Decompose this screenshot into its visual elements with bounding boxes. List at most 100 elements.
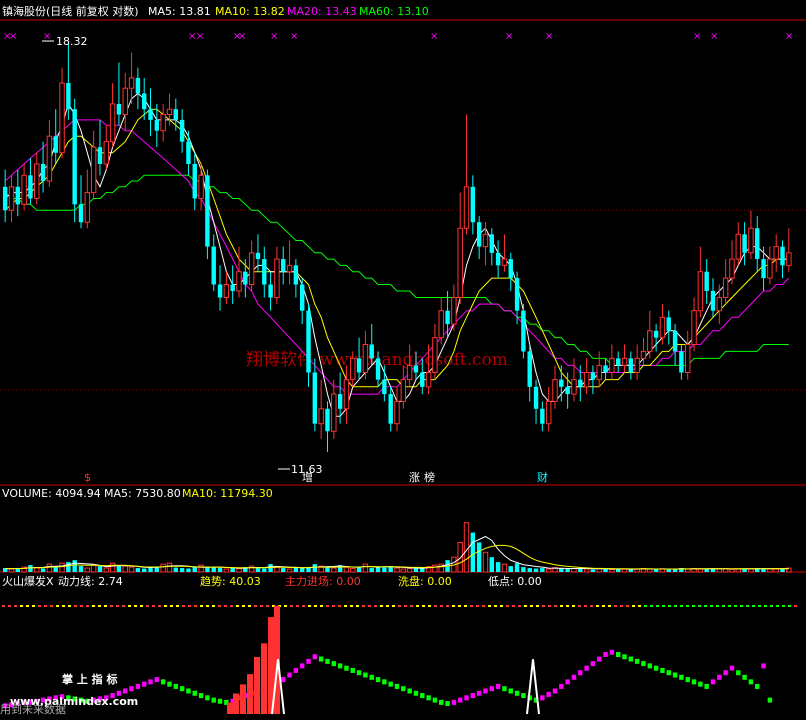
- x-marker: ×: [430, 31, 438, 42]
- volume-bar: [141, 568, 147, 572]
- candle-body: [476, 222, 482, 247]
- signal-dot: [104, 605, 107, 607]
- candle-body: [312, 372, 318, 424]
- event-label-cai[interactable]: 财: [537, 470, 548, 484]
- volume-bar: [489, 557, 495, 572]
- candle-body: [97, 147, 103, 164]
- event-label-dollar[interactable]: $: [84, 471, 91, 484]
- signal-dot: [470, 605, 473, 607]
- signal-dot: [314, 605, 317, 607]
- indicator-wave-mark: [394, 683, 400, 689]
- indicator-wave-mark: [135, 683, 141, 689]
- signal-dot: [554, 605, 557, 607]
- signal-dot: [686, 605, 689, 607]
- candle-body: [552, 379, 558, 402]
- signal-dot: [428, 605, 431, 607]
- indicator-wave-mark: [281, 677, 286, 683]
- signal-dot: [596, 605, 599, 607]
- signal-dot: [644, 605, 647, 607]
- candle-body: [413, 365, 419, 373]
- signal-dot: [488, 605, 491, 607]
- indicator-wave-mark: [476, 690, 482, 696]
- signal-dot: [716, 605, 719, 607]
- signal-dot: [218, 605, 221, 607]
- indicator-wave-mark: [306, 658, 311, 664]
- candle-body: [198, 174, 204, 199]
- volume-ma5-legend: MA5: 7530.80: [104, 487, 181, 500]
- indicator-wave-mark: [710, 679, 716, 685]
- volume-bar: [463, 522, 470, 573]
- didian-legend: 低点: 0.00: [488, 575, 542, 588]
- indicator-wave-mark: [653, 665, 659, 671]
- candle-body: [445, 310, 450, 325]
- signal-dot: [344, 605, 347, 607]
- volume-bar: [356, 567, 362, 572]
- signal-dot: [764, 605, 767, 607]
- volume-ma5-path: [5, 535, 789, 570]
- indicator-wave-mark: [344, 665, 349, 671]
- signal-dot: [476, 605, 479, 607]
- volume-bar: [179, 568, 185, 572]
- volume-bar: [148, 567, 153, 572]
- signal-dot: [368, 605, 371, 607]
- candle-body: [356, 358, 362, 373]
- candle-body: [59, 82, 65, 154]
- candle-body: [647, 330, 653, 352]
- volume-bar: [590, 569, 596, 572]
- candle-body: [243, 271, 248, 285]
- indicator-wave-mark: [634, 658, 640, 664]
- stock-chart-window: 翔博软件 www.xiangbosoft.com × × × × × × × × × × × × × × ×…: [0, 0, 806, 716]
- indicator-wave-mark: [457, 697, 463, 703]
- volume-bar: [186, 568, 191, 572]
- indicator-wave-mark: [521, 693, 526, 699]
- indicator-wave-mark: [464, 695, 469, 701]
- ma5-legend: MA5: 13.81: [148, 5, 211, 18]
- volume-bar: [103, 567, 109, 573]
- candle-body: [78, 204, 84, 223]
- candle-body: [166, 108, 173, 116]
- candle-body: [470, 186, 476, 223]
- signal-dot: [248, 605, 251, 607]
- event-label-zhang[interactable]: 涨: [409, 471, 420, 484]
- indicator-wave-mark: [325, 658, 330, 664]
- event-label-zeng[interactable]: 增: [302, 470, 313, 484]
- volume-bar: [217, 568, 223, 572]
- candle-body: [533, 386, 539, 409]
- ma20-legend: MA20: 13.43: [287, 5, 357, 18]
- candle-body: [432, 337, 438, 373]
- indicator-wave-mark: [603, 652, 608, 657]
- indicator-wave-mark: [483, 688, 488, 694]
- signal-dot: [224, 605, 227, 607]
- signal-dot: [410, 605, 413, 607]
- candle-body: [388, 394, 393, 424]
- indicator-wave-mark: [154, 677, 160, 683]
- indicator-wave-mark: [312, 654, 318, 660]
- volume-bar: [46, 563, 53, 573]
- zhuli-legend: 主力进场: 0.00: [285, 574, 361, 588]
- candle-body: [540, 408, 545, 424]
- signal-dot: [632, 605, 635, 607]
- signal-dot: [734, 605, 737, 607]
- signal-dot: [440, 605, 443, 607]
- candle-body: [8, 186, 15, 211]
- x-marker: ×: [545, 31, 553, 42]
- indicator-wave-mark: [382, 679, 387, 685]
- volume-bar: [647, 568, 653, 573]
- volume-bar: [400, 568, 407, 573]
- indicator-wave-mark: [502, 686, 507, 692]
- volume-bar: [223, 568, 230, 573]
- candle-body: [262, 259, 267, 285]
- candle-body: [109, 103, 116, 143]
- candle-body: [179, 119, 185, 142]
- signal-dot: [362, 605, 365, 607]
- signal-dot: [464, 605, 467, 607]
- candle-body: [457, 227, 463, 299]
- volume-bar: [166, 562, 173, 573]
- signal-dot: [188, 605, 191, 607]
- volume-bar: [666, 569, 671, 572]
- event-label-bang[interactable]: 榜: [424, 470, 435, 484]
- signal-dot: [548, 605, 551, 607]
- signal-dot: [296, 605, 299, 607]
- signal-dot: [68, 605, 71, 607]
- signal-dot: [446, 605, 449, 607]
